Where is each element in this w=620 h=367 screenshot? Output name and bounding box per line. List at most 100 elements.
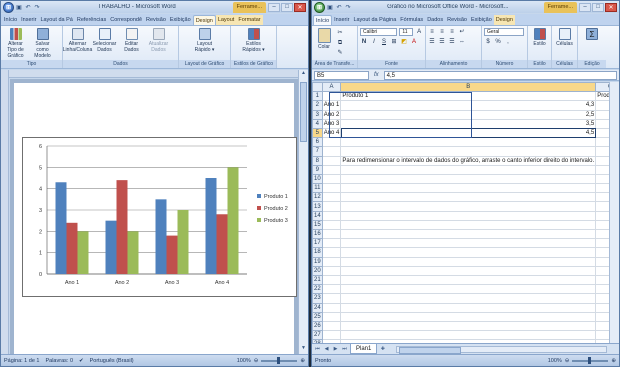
cell[interactable]: 3,5 — [340, 118, 597, 129]
redo-icon[interactable]: ↷ — [344, 3, 352, 11]
cell[interactable] — [321, 311, 342, 322]
cell[interactable] — [340, 137, 597, 148]
word-count[interactable]: Palavras: 0 — [45, 358, 73, 364]
tab-inicio[interactable]: Início — [313, 15, 333, 25]
document-page[interactable]: 0 1 2 3 4 5 6 Ano 1 Ano 2 Ano 3 Ano 4 Produto 1 Prod… — [14, 83, 297, 354]
row-header[interactable]: 3 — [312, 109, 323, 120]
cell[interactable] — [340, 284, 597, 295]
cell[interactable] — [595, 228, 609, 240]
row-header[interactable]: 25 — [312, 311, 323, 322]
row-header[interactable]: 16 — [312, 228, 323, 240]
cell[interactable]: Para redimensionar o intervalo de dados … — [340, 155, 597, 166]
cell[interactable] — [595, 274, 609, 286]
page-count[interactable]: Página: 1 de 1 — [4, 358, 39, 364]
cell[interactable] — [321, 155, 342, 166]
cell[interactable]: 2,5 — [340, 109, 597, 120]
row-header[interactable]: 9 — [312, 164, 323, 175]
cell[interactable] — [321, 274, 342, 286]
align-center-icon[interactable]: ☰ — [438, 38, 446, 46]
row-header[interactable]: 22 — [312, 284, 323, 295]
scroll-up-icon[interactable]: ▲ — [299, 70, 308, 79]
tab-revisao[interactable]: Revisão — [445, 15, 469, 25]
horizontal-scrollbar[interactable] — [396, 345, 607, 354]
cell[interactable] — [321, 293, 342, 304]
grow-font-icon[interactable]: A — [415, 28, 423, 36]
bold-icon[interactable]: N — [360, 38, 368, 46]
undo-icon[interactable]: ↶ — [24, 3, 32, 11]
cell[interactable] — [595, 256, 609, 267]
cell[interactable] — [340, 164, 597, 175]
percent-icon[interactable]: % — [494, 38, 502, 46]
cell[interactable] — [340, 330, 597, 341]
quick-layout-button[interactable]: Layout Rápido ▾ — [192, 28, 217, 59]
zoom-out-icon[interactable]: ⊖ — [254, 358, 259, 364]
language[interactable]: Português (Brasil) — [90, 358, 134, 364]
maximize-button[interactable]: □ — [281, 2, 293, 12]
row-header[interactable]: 14 — [312, 210, 323, 221]
borders-icon[interactable]: ⊞ — [390, 38, 398, 46]
tab-correspondencias[interactable]: Correspondê — [108, 15, 144, 25]
align-right-icon[interactable]: ☰ — [448, 38, 456, 46]
row-header[interactable]: 24 — [312, 302, 323, 313]
cell[interactable] — [340, 238, 597, 249]
cells-button[interactable]: Células — [554, 28, 575, 59]
save-icon[interactable]: ▣ — [15, 3, 23, 11]
cell[interactable] — [340, 183, 597, 194]
row-header[interactable]: 1 — [312, 91, 323, 102]
tab-exibicao[interactable]: Exibição — [168, 15, 193, 25]
cell[interactable] — [595, 183, 609, 194]
row-header[interactable]: 7 — [312, 146, 323, 157]
row-header[interactable]: 4 — [312, 118, 323, 129]
font-color-icon[interactable]: A — [410, 38, 418, 46]
row-header[interactable]: 17 — [312, 238, 323, 249]
cell[interactable] — [595, 302, 609, 313]
cell[interactable] — [321, 146, 342, 157]
cell[interactable] — [340, 192, 597, 203]
merge-cells-icon[interactable]: ⇔ — [458, 38, 466, 46]
cell[interactable] — [595, 146, 609, 157]
new-sheet-icon[interactable]: ✚ — [379, 346, 386, 352]
select-all-corner[interactable] — [312, 82, 323, 93]
tab-formatar[interactable]: Formatar — [236, 15, 263, 25]
tab-exibicao[interactable]: Exibição — [469, 15, 494, 25]
cell[interactable] — [595, 164, 609, 175]
cell[interactable] — [595, 219, 609, 231]
font-size-select[interactable]: 11 — [399, 28, 414, 36]
cell[interactable] — [595, 311, 609, 322]
row-header[interactable]: 11 — [312, 183, 323, 194]
zoom-level[interactable]: 100% — [237, 358, 251, 364]
cell[interactable] — [340, 247, 597, 258]
cell[interactable] — [321, 302, 342, 313]
sheet-tab-plan1[interactable]: Plan1 — [350, 344, 378, 354]
editing-button[interactable]: Σ — [581, 28, 603, 59]
cell[interactable]: Ano 2 — [321, 109, 342, 120]
redo-icon[interactable]: ↷ — [33, 3, 41, 11]
cell[interactable]: 2,8 — [595, 127, 609, 139]
chart-object[interactable]: 0 1 2 3 4 5 6 Ano 1 Ano 2 Ano 3 Ano 4 Produto 1 Prod… — [22, 137, 297, 297]
name-box[interactable]: B5 — [314, 70, 369, 80]
cell[interactable] — [321, 201, 342, 212]
cell[interactable] — [340, 201, 597, 212]
scroll-thumb[interactable] — [300, 82, 307, 142]
tab-dados[interactable]: Dados — [425, 15, 445, 25]
spreadsheet-grid[interactable]: ABCDEFGH1Produto 1Produto 2Produto 32Ano… — [312, 82, 609, 343]
thousands-icon[interactable]: , — [504, 38, 512, 46]
cell[interactable] — [595, 155, 609, 166]
first-sheet-icon[interactable]: ⏮ — [314, 346, 321, 352]
row-header[interactable]: 15 — [312, 219, 323, 231]
zoom-slider[interactable] — [572, 356, 609, 364]
zoom-out-icon[interactable]: ⊖ — [565, 358, 570, 364]
cell[interactable]: Ano 1 — [321, 100, 342, 111]
cell[interactable] — [340, 302, 597, 313]
cell[interactable] — [340, 293, 597, 304]
cell[interactable] — [321, 210, 342, 221]
tab-layout-pagina[interactable]: Layout da Pá — [38, 15, 74, 25]
row-header[interactable]: 18 — [312, 247, 323, 258]
formula-input[interactable]: 4,5 — [383, 70, 617, 80]
office-button[interactable]: ⊞ — [3, 1, 14, 13]
row-header[interactable]: 27 — [312, 330, 323, 341]
tab-formulas[interactable]: Fórmulas — [398, 15, 425, 25]
prev-sheet-icon[interactable]: ◀ — [323, 346, 330, 352]
next-sheet-icon[interactable]: ▶ — [332, 346, 339, 352]
column-header[interactable]: A — [321, 82, 342, 93]
